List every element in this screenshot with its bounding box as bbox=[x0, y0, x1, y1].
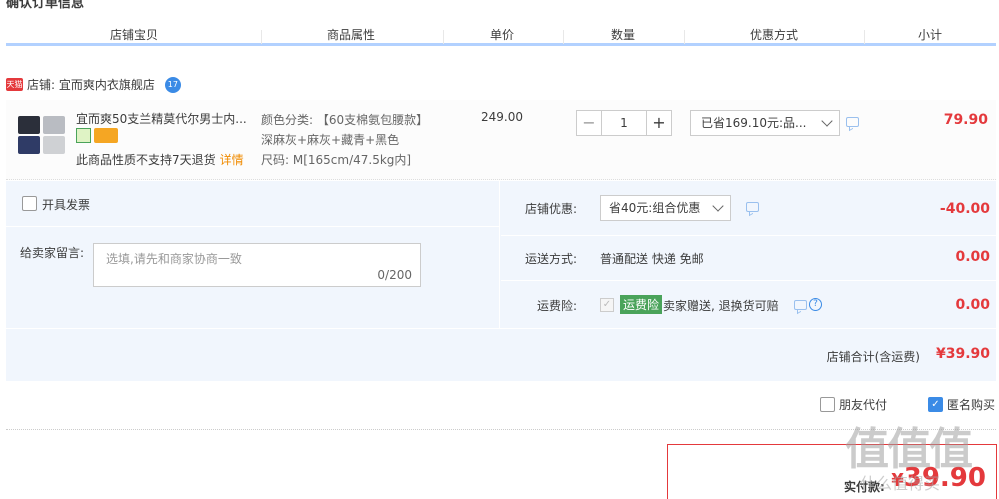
remark-textarea[interactable]: 选填,请先和商家协商一致 0/200 bbox=[93, 243, 421, 287]
insurance-checkbox: ✓ bbox=[600, 298, 614, 312]
quantity-increase-button[interactable]: + bbox=[646, 110, 672, 136]
insurance-tag: 运费险 bbox=[620, 295, 663, 314]
service-icons bbox=[76, 128, 118, 143]
remark-char-count: 0/200 bbox=[377, 268, 412, 282]
prop-color-detail: 深麻灰+麻灰+藏青+黑色 bbox=[261, 133, 400, 147]
insurance-comment-icon[interactable] bbox=[794, 300, 807, 310]
underwear-image-grey bbox=[43, 116, 65, 134]
anonymous-label[interactable]: 匿名购买 bbox=[947, 398, 995, 412]
col-separator bbox=[261, 30, 262, 44]
shipping-amount: 0.00 bbox=[955, 249, 990, 265]
col-props: 商品属性 bbox=[327, 28, 376, 42]
order-info-panel: 开具发票 给卖家留言: 选填,请先和商家协商一致 0/200 店铺优惠: 省40… bbox=[6, 181, 996, 381]
help-icon[interactable]: ? bbox=[809, 298, 822, 311]
tmall-icon: 天猫 bbox=[6, 78, 23, 91]
chevron-down-icon bbox=[712, 200, 724, 212]
shop-name-link[interactable]: 店铺: 宜而爽内衣旗舰店 bbox=[27, 76, 155, 93]
watermark-url: 什么值得买 bbox=[860, 476, 941, 493]
col-qty: 数量 bbox=[611, 28, 636, 42]
product-title-link[interactable]: 宜而爽50支兰精莫代尔男士内... bbox=[76, 110, 251, 127]
anonymous-option[interactable]: ✓ 匿名购买 bbox=[928, 396, 995, 413]
invoice-row: 开具发票 bbox=[6, 181, 500, 227]
shop-discount-select[interactable]: 省40元:组合优惠 bbox=[600, 195, 731, 221]
shop-discount-value: 省40元:组合优惠 bbox=[609, 201, 701, 215]
quantity-decrease-button[interactable]: − bbox=[576, 110, 602, 136]
credit-card-icon bbox=[94, 128, 118, 143]
shipping-label: 运送方式: bbox=[525, 252, 578, 266]
insurance-label: 运费险: bbox=[537, 299, 578, 313]
shop-line: 天猫 店铺: 宜而爽内衣旗舰店 17 bbox=[6, 76, 181, 93]
prop-color: 颜色分类: 【60支棉氨包腰款】 bbox=[261, 113, 429, 127]
unit-price: 249.00 bbox=[481, 110, 523, 124]
invoice-label[interactable]: 开具发票 bbox=[42, 196, 90, 213]
detail-link[interactable]: 详情 bbox=[220, 153, 244, 167]
col-shop-item: 店铺宝贝 bbox=[110, 28, 159, 42]
section-title: 确认订单信息 bbox=[6, 0, 85, 11]
discount-comment-icon[interactable] bbox=[746, 202, 759, 212]
insurance-amount: 0.00 bbox=[955, 297, 990, 313]
guarantee-icon bbox=[76, 128, 91, 143]
item-promo-select[interactable]: 已省169.10元:品... bbox=[690, 110, 840, 136]
underwear-image-navy bbox=[18, 136, 40, 154]
shop-total-row: 店铺合计(含运费) ¥39.90 bbox=[6, 328, 996, 381]
insurance-text: 卖家赠送, 退换货可赔 bbox=[663, 299, 779, 313]
col-separator bbox=[864, 30, 865, 44]
no-return-notice: 此商品性质不支持7天退货 详情 bbox=[76, 151, 244, 168]
order-left-column: 开具发票 给卖家留言: 选填,请先和商家协商一致 0/200 bbox=[6, 181, 500, 328]
invoice-checkbox[interactable] bbox=[22, 196, 37, 211]
shipping-value: 普通配送 快递 免邮 bbox=[600, 252, 704, 266]
col-separator bbox=[684, 30, 685, 44]
promo-comment-icon[interactable] bbox=[846, 117, 859, 127]
no-return-text: 此商品性质不支持7天退货 bbox=[76, 153, 216, 167]
col-subtotal: 小计 bbox=[918, 28, 943, 42]
chevron-down-icon bbox=[821, 115, 833, 127]
shop-total-label: 店铺合计(含运费) bbox=[826, 350, 920, 364]
remark-label: 给卖家留言: bbox=[20, 246, 85, 260]
friend-pay-label[interactable]: 朋友代付 bbox=[839, 398, 887, 412]
col-promo: 优惠方式 bbox=[750, 28, 799, 42]
cart-item-row: 宜而爽50支兰精莫代尔男士内... 此商品性质不支持7天退货 详情 颜色分类: 【… bbox=[6, 100, 996, 180]
shipping-row: 运送方式: 普通配送 快递 免邮 0.00 bbox=[501, 236, 996, 281]
product-props: 颜色分类: 【60支棉氨包腰款】 深麻灰+麻灰+藏青+黑色 尺码: M[165c… bbox=[261, 110, 428, 170]
underwear-image-light-grey bbox=[43, 136, 65, 154]
anonymous-checkbox-checked[interactable]: ✓ bbox=[928, 397, 943, 412]
shop-discount-row: 店铺优惠: 省40元:组合优惠 -40.00 bbox=[501, 181, 996, 236]
col-separator bbox=[443, 30, 444, 44]
item-subtotal: 79.90 bbox=[943, 112, 988, 128]
column-header: 店铺宝贝 商品属性 单价 数量 优惠方式 小计 bbox=[6, 26, 996, 46]
shop-discount-label: 店铺优惠: bbox=[525, 202, 578, 216]
shop-discount-amount: -40.00 bbox=[939, 201, 990, 217]
friend-pay-checkbox[interactable] bbox=[820, 397, 835, 412]
underwear-image-black bbox=[18, 116, 40, 134]
friend-pay-option[interactable]: 朋友代付 bbox=[820, 396, 887, 413]
quantity-input[interactable]: 1 bbox=[602, 110, 646, 136]
quantity-stepper: − 1 + bbox=[576, 110, 672, 136]
col-separator bbox=[563, 30, 564, 44]
wangwang-chat-icon[interactable]: 17 bbox=[164, 76, 181, 93]
prop-size: 尺码: M[165cm/47.5kg内] bbox=[261, 153, 412, 167]
col-price: 单价 bbox=[490, 28, 515, 42]
watermark-logo: 值值值 bbox=[845, 424, 973, 475]
shop-total-amount: ¥39.90 bbox=[935, 346, 990, 362]
product-thumbnail[interactable] bbox=[16, 114, 68, 156]
item-promo-value: 已省169.10元:品... bbox=[701, 116, 807, 130]
insurance-row: 运费险: ✓ 运费险 卖家赠送, 退换货可赔 ? 0.00 bbox=[501, 281, 996, 328]
remark-placeholder: 选填,请先和商家协商一致 bbox=[106, 252, 242, 266]
